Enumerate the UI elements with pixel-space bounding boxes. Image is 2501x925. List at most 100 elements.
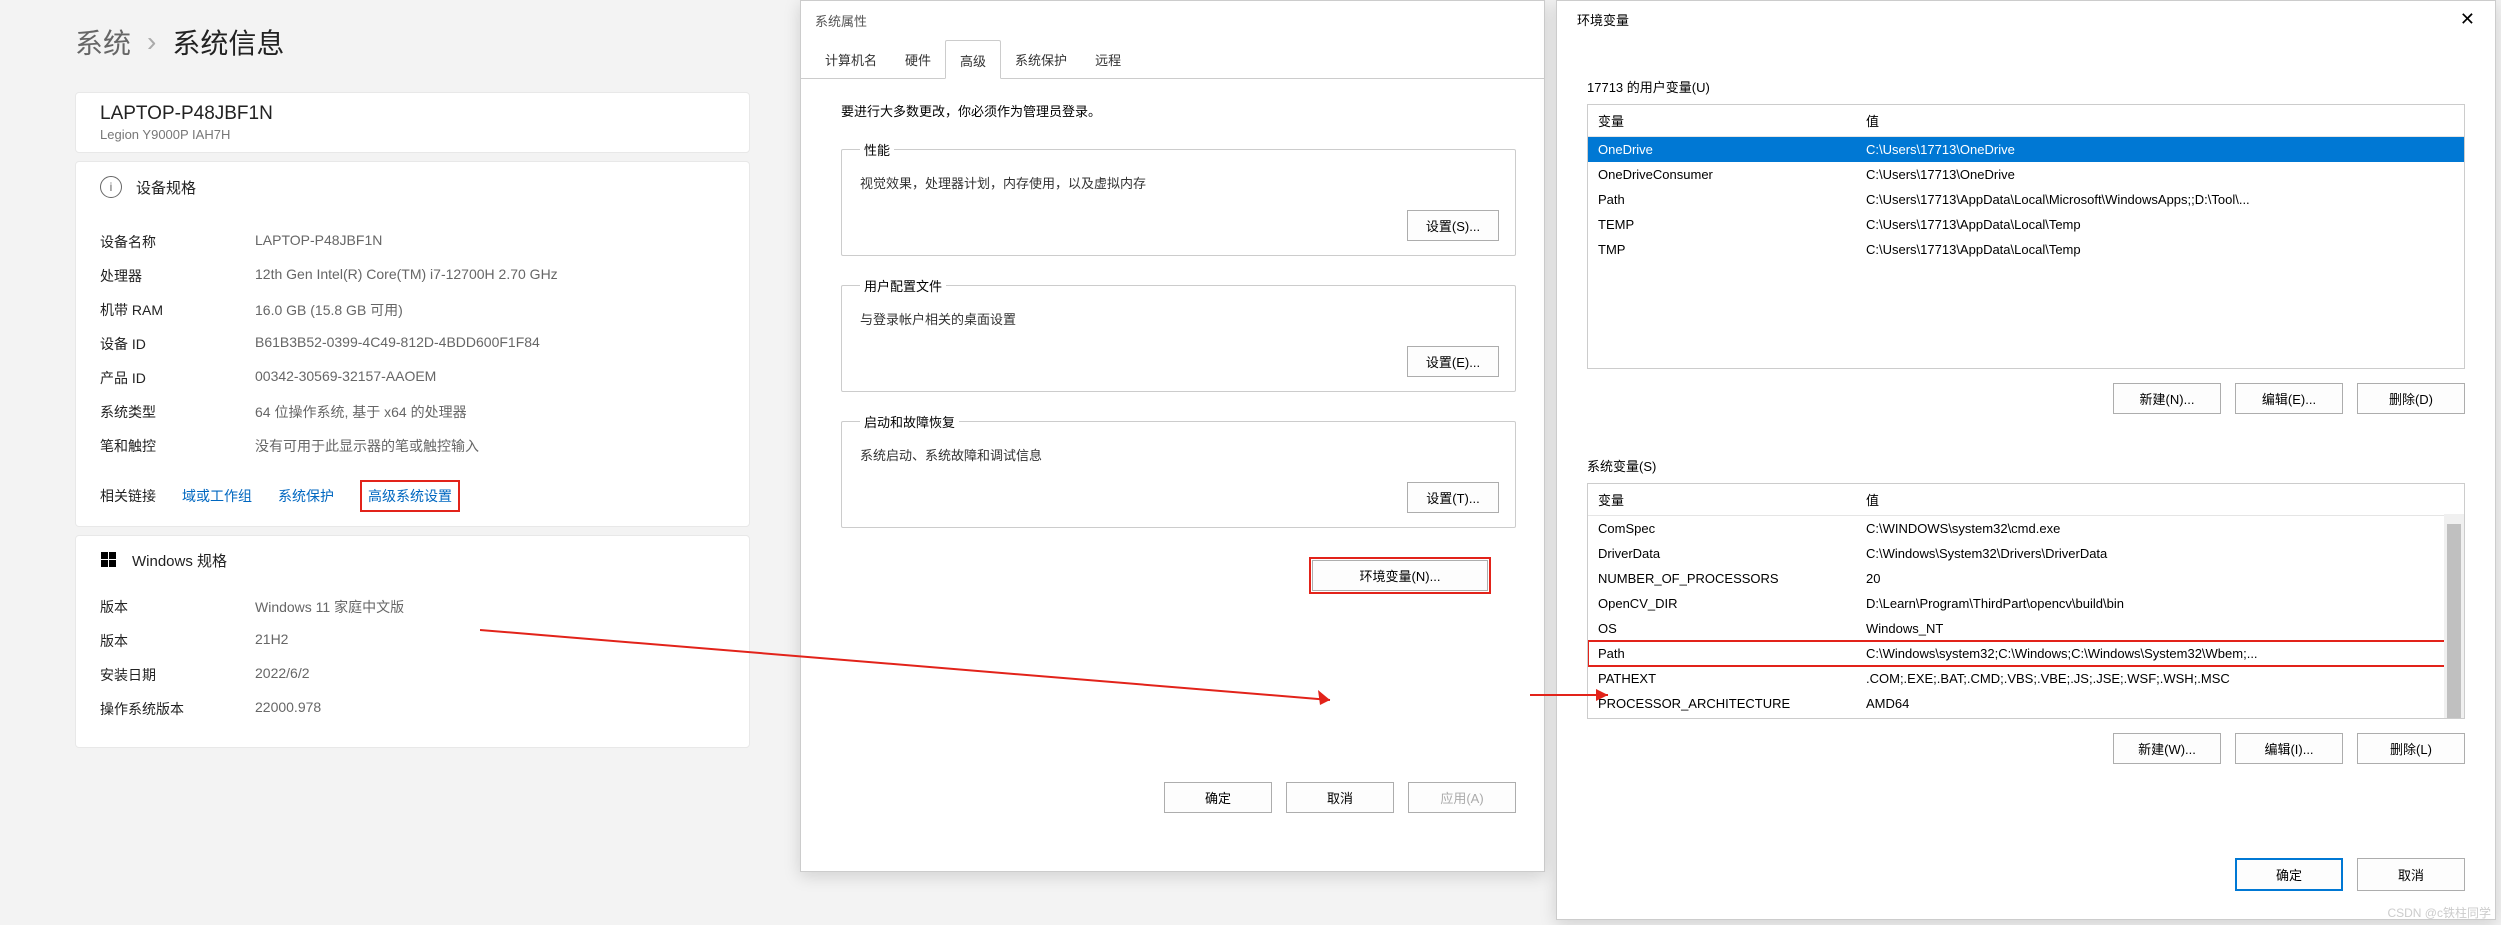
- spec-label: 操作系统版本: [100, 699, 255, 719]
- delete-sys-var-button[interactable]: 删除(L): [2357, 733, 2465, 764]
- spec-value: 2022/6/2: [255, 665, 310, 685]
- performance-settings-button[interactable]: 设置(S)...: [1407, 210, 1499, 241]
- table-row[interactable]: PATHEXT.COM;.EXE;.BAT;.CMD;.VBS;.VBE;.JS…: [1588, 666, 2464, 691]
- var-name: ComSpec: [1588, 516, 1856, 541]
- var-name: OS: [1588, 616, 1856, 641]
- tab-hardware[interactable]: 硬件: [891, 40, 945, 78]
- var-name: Path: [1588, 187, 1856, 212]
- startup-legend: 启动和故障恢复: [860, 412, 959, 431]
- tab-advanced[interactable]: 高级: [945, 40, 1001, 79]
- device-card: LAPTOP-P48JBF1N Legion Y9000P IAH7H: [75, 92, 750, 153]
- spec-value: 64 位操作系统, 基于 x64 的处理器: [255, 402, 467, 422]
- related-links-label: 相关链接: [100, 486, 156, 506]
- edit-user-var-button[interactable]: 编辑(E)...: [2235, 383, 2343, 414]
- spec-label: 设备 ID: [100, 334, 255, 354]
- table-row[interactable]: OneDriveConsumerC:\Users\17713\OneDrive: [1588, 162, 2464, 187]
- var-value: C:\Windows\system32;C:\Windows;C:\Window…: [1856, 641, 2464, 666]
- environment-variables-button[interactable]: 环境变量(N)...: [1312, 560, 1488, 591]
- delete-user-var-button[interactable]: 删除(D): [2357, 383, 2465, 414]
- info-icon: i: [100, 176, 122, 198]
- cancel-button[interactable]: 取消: [2357, 858, 2465, 891]
- spec-label: 产品 ID: [100, 368, 255, 388]
- scroll-thumb[interactable]: [2447, 524, 2461, 719]
- table-row[interactable]: NUMBER_OF_PROCESSORS20: [1588, 566, 2464, 591]
- table-row[interactable]: PROCESSOR_ARCHITECTUREAMD64: [1588, 691, 2464, 716]
- device-specs-card: i 设备规格 设备名称LAPTOP-P48JBF1N处理器12th Gen In…: [75, 161, 750, 527]
- tab-remote[interactable]: 远程: [1081, 40, 1135, 78]
- system-properties-dialog: 系统属性 计算机名 硬件 高级 系统保护 远程 要进行大多数更改，你必须作为管理…: [800, 0, 1545, 872]
- table-row[interactable]: OpenCV_DIRD:\Learn\Program\ThirdPart\ope…: [1588, 591, 2464, 616]
- scrollbar[interactable]: [2444, 514, 2464, 718]
- apply-button[interactable]: 应用(A): [1408, 782, 1516, 813]
- spec-value: 21H2: [255, 631, 288, 651]
- var-value: C:\Users\17713\AppData\Local\Microsoft\W…: [1856, 187, 2464, 212]
- column-header-name[interactable]: 变量: [1588, 105, 1856, 136]
- spec-row: 处理器12th Gen Intel(R) Core(TM) i7-12700H …: [100, 266, 725, 286]
- new-user-var-button[interactable]: 新建(N)...: [2113, 383, 2221, 414]
- profiles-desc: 与登录帐户相关的桌面设置: [860, 309, 1499, 328]
- var-name: PATHEXT: [1588, 666, 1856, 691]
- breadcrumb-current: 系统信息: [172, 22, 284, 62]
- ok-button[interactable]: 确定: [1164, 782, 1272, 813]
- ok-button[interactable]: 确定: [2235, 858, 2343, 891]
- spec-label: 安装日期: [100, 665, 255, 685]
- table-row[interactable]: PathC:\Users\17713\AppData\Local\Microso…: [1588, 187, 2464, 212]
- performance-legend: 性能: [860, 140, 894, 159]
- spec-value: 12th Gen Intel(R) Core(TM) i7-12700H 2.7…: [255, 266, 558, 286]
- link-domain[interactable]: 域或工作组: [182, 486, 252, 506]
- var-name: OneDrive: [1588, 137, 1856, 162]
- device-name: LAPTOP-P48JBF1N: [100, 103, 725, 125]
- table-row[interactable]: TMPC:\Users\17713\AppData\Local\Temp: [1588, 237, 2464, 262]
- annotation-arrow-1: [480, 590, 1380, 720]
- table-row[interactable]: TEMPC:\Users\17713\AppData\Local\Temp: [1588, 212, 2464, 237]
- table-row[interactable]: ComSpecC:\WINDOWS\system32\cmd.exe: [1588, 516, 2464, 541]
- table-row[interactable]: PathC:\Windows\system32;C:\Windows;C:\Wi…: [1588, 641, 2464, 666]
- spec-row: 笔和触控没有可用于此显示器的笔或触控输入: [100, 436, 725, 456]
- tab-system-protection[interactable]: 系统保护: [1001, 40, 1081, 78]
- table-row[interactable]: DriverDataC:\Windows\System32\Drivers\Dr…: [1588, 541, 2464, 566]
- var-name: TMP: [1588, 237, 1856, 262]
- link-advanced-system-settings[interactable]: 高级系统设置: [360, 480, 460, 512]
- system-vars-label: 系统变量(S): [1587, 456, 2465, 475]
- breadcrumb-root[interactable]: 系统: [75, 22, 131, 62]
- var-value: C:\Users\17713\AppData\Local\Temp: [1856, 237, 2464, 262]
- spec-value: 16.0 GB (15.8 GB 可用): [255, 300, 403, 320]
- var-name: TEMP: [1588, 212, 1856, 237]
- var-value: AMD64: [1856, 691, 2464, 716]
- user-vars-label: 17713 的用户变量(U): [1587, 77, 2465, 96]
- system-vars-table[interactable]: 变量 值 ComSpecC:\WINDOWS\system32\cmd.exeD…: [1587, 483, 2465, 719]
- var-value: C:\WINDOWS\system32\cmd.exe: [1856, 516, 2464, 541]
- performance-desc: 视觉效果，处理器计划，内存使用，以及虚拟内存: [860, 173, 1499, 192]
- profiles-legend: 用户配置文件: [860, 276, 946, 295]
- startup-desc: 系统启动、系统故障和调试信息: [860, 445, 1499, 464]
- cancel-button[interactable]: 取消: [1286, 782, 1394, 813]
- new-sys-var-button[interactable]: 新建(W)...: [2113, 733, 2221, 764]
- table-row[interactable]: OneDriveC:\Users\17713\OneDrive: [1588, 137, 2464, 162]
- table-row[interactable]: OSWindows_NT: [1588, 616, 2464, 641]
- spec-row: 系统类型64 位操作系统, 基于 x64 的处理器: [100, 402, 725, 422]
- var-value: Windows_NT: [1856, 616, 2464, 641]
- tab-computer-name[interactable]: 计算机名: [811, 40, 891, 78]
- windows-icon: [100, 552, 118, 570]
- profiles-settings-button[interactable]: 设置(E)...: [1407, 346, 1499, 377]
- spec-value: Windows 11 家庭中文版: [255, 597, 404, 617]
- column-header-name[interactable]: 变量: [1588, 484, 1856, 515]
- edit-sys-var-button[interactable]: 编辑(I)...: [2235, 733, 2343, 764]
- var-value: C:\Users\17713\AppData\Local\Temp: [1856, 212, 2464, 237]
- column-header-value[interactable]: 值: [1856, 105, 2464, 136]
- environment-variables-dialog: 环境变量 ✕ 17713 的用户变量(U) 变量 值 OneDriveC:\Us…: [1556, 0, 2496, 920]
- column-header-value[interactable]: 值: [1856, 484, 2464, 515]
- var-name: OneDriveConsumer: [1588, 162, 1856, 187]
- admin-note: 要进行大多数更改，你必须作为管理员登录。: [841, 101, 1516, 120]
- spec-value: 00342-30569-32157-AAOEM: [255, 368, 436, 388]
- tabs: 计算机名 硬件 高级 系统保护 远程: [801, 40, 1544, 79]
- spec-label: 系统类型: [100, 402, 255, 422]
- profiles-fieldset: 用户配置文件 与登录帐户相关的桌面设置 设置(E)...: [841, 276, 1516, 392]
- spec-label: 处理器: [100, 266, 255, 286]
- startup-settings-button[interactable]: 设置(T)...: [1407, 482, 1499, 513]
- user-vars-table[interactable]: 变量 值 OneDriveC:\Users\17713\OneDriveOneD…: [1587, 104, 2465, 369]
- var-value: C:\Users\17713\OneDrive: [1856, 162, 2464, 187]
- close-icon[interactable]: ✕: [2452, 5, 2483, 34]
- spec-value: B61B3B52-0399-4C49-812D-4BDD600F1F84: [255, 334, 540, 354]
- link-system-protection[interactable]: 系统保护: [278, 486, 334, 506]
